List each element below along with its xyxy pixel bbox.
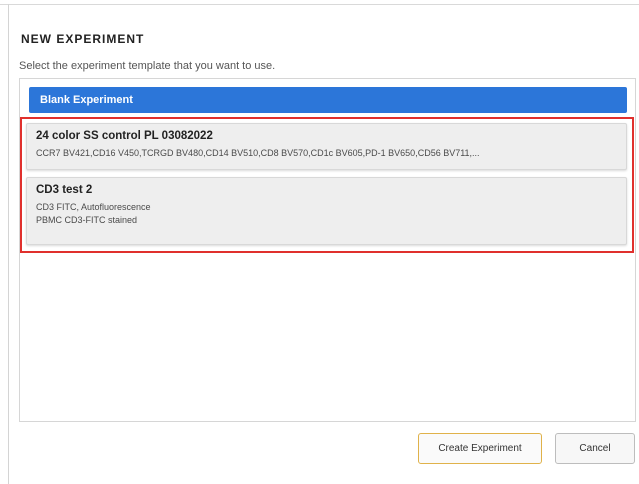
create-experiment-button[interactable]: Create Experiment: [418, 433, 542, 464]
template-list[interactable]: Blank Experiment 24 color SS control PL …: [19, 78, 636, 422]
template-description: PBMC CD3-FITC stained: [36, 215, 138, 225]
cancel-button[interactable]: Cancel: [555, 433, 635, 464]
template-item-24-color-ss-control[interactable]: 24 color SS control PL 03082022 CCR7 BV4…: [26, 123, 627, 170]
template-item-blank-experiment[interactable]: Blank Experiment: [29, 87, 627, 113]
new-experiment-dialog: NEW EXPERIMENT Select the experiment tem…: [0, 0, 639, 484]
template-item-cd3-test-2[interactable]: CD3 test 2 CD3 FITC, Autofluorescence PB…: [26, 177, 627, 245]
dialog-title: NEW EXPERIMENT: [21, 32, 145, 46]
template-title: CD3 test 2: [36, 184, 93, 196]
template-markers: CCR7 BV421,CD16 V450,TCRGD BV480,CD14 BV…: [36, 148, 480, 158]
left-divider: [8, 4, 9, 484]
template-title: 24 color SS control PL 03082022: [36, 130, 213, 142]
template-markers: CD3 FITC, Autofluorescence: [36, 202, 151, 212]
instruction-text: Select the experiment template that you …: [19, 60, 276, 72]
top-divider: [0, 0, 639, 5]
